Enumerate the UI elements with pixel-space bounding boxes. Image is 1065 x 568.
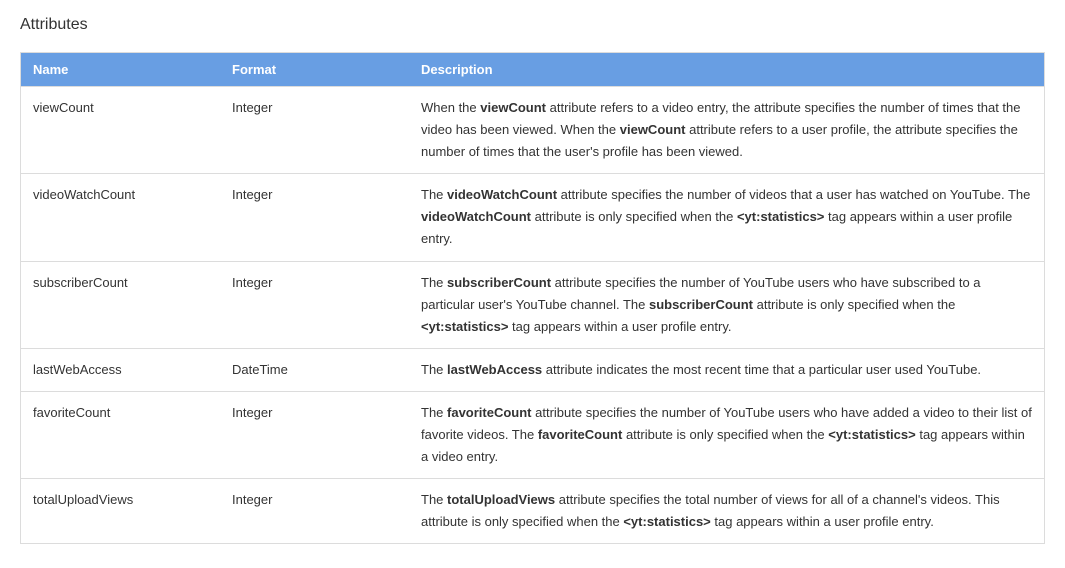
attr-name: favoriteCount — [21, 391, 221, 478]
table-header-row: Name Format Description — [21, 53, 1045, 87]
desc-bold: favoriteCount — [538, 427, 623, 442]
desc-text: attribute is only specified when the — [622, 427, 828, 442]
col-header-name: Name — [21, 53, 221, 87]
desc-bold: <yt:statistics> — [828, 427, 915, 442]
table-row: totalUploadViewsIntegerThe totalUploadVi… — [21, 479, 1045, 544]
desc-bold: viewCount — [620, 122, 686, 137]
desc-bold: subscriberCount — [649, 297, 753, 312]
desc-text: The — [421, 405, 447, 420]
attr-format: Integer — [220, 174, 409, 261]
table-row: videoWatchCountIntegerThe videoWatchCoun… — [21, 174, 1045, 261]
attr-description: The lastWebAccess attribute indicates th… — [409, 348, 1045, 391]
attr-description: When the viewCount attribute refers to a… — [409, 87, 1045, 174]
attr-format: Integer — [220, 391, 409, 478]
section-title: Attributes — [20, 16, 1045, 34]
attr-format: Integer — [220, 87, 409, 174]
attr-name: subscriberCount — [21, 261, 221, 348]
desc-text: attribute is only specified when the — [753, 297, 955, 312]
desc-bold: videoWatchCount — [447, 187, 557, 202]
desc-text: When the — [421, 100, 480, 115]
attr-format: Integer — [220, 479, 409, 544]
attr-name: viewCount — [21, 87, 221, 174]
desc-text: tag appears within a user profile entry. — [711, 514, 934, 529]
table-row: viewCountIntegerWhen the viewCount attri… — [21, 87, 1045, 174]
desc-text: attribute indicates the most recent time… — [542, 362, 981, 377]
desc-bold: subscriberCount — [447, 275, 551, 290]
attr-name: videoWatchCount — [21, 174, 221, 261]
attributes-table: Name Format Description viewCountInteger… — [20, 52, 1045, 544]
table-row: subscriberCountIntegerThe subscriberCoun… — [21, 261, 1045, 348]
desc-text: The — [421, 362, 447, 377]
desc-bold: lastWebAccess — [447, 362, 542, 377]
desc-text: attribute specifies the number of videos… — [557, 187, 1030, 202]
desc-text: attribute is only specified when the — [531, 209, 737, 224]
attr-description: The videoWatchCount attribute specifies … — [409, 174, 1045, 261]
desc-bold: <yt:statistics> — [623, 514, 710, 529]
table-row: lastWebAccessDateTimeThe lastWebAccess a… — [21, 348, 1045, 391]
desc-bold: <yt:statistics> — [421, 319, 508, 334]
attr-name: lastWebAccess — [21, 348, 221, 391]
col-header-description: Description — [409, 53, 1045, 87]
attr-name: totalUploadViews — [21, 479, 221, 544]
col-header-format: Format — [220, 53, 409, 87]
desc-text: The — [421, 275, 447, 290]
attr-description: The favoriteCount attribute specifies th… — [409, 391, 1045, 478]
desc-text: tag appears within a user profile entry. — [508, 319, 731, 334]
desc-bold: favoriteCount — [447, 405, 532, 420]
attr-format: Integer — [220, 261, 409, 348]
attr-description: The totalUploadViews attribute specifies… — [409, 479, 1045, 544]
attr-description: The subscriberCount attribute specifies … — [409, 261, 1045, 348]
desc-bold: videoWatchCount — [421, 209, 531, 224]
desc-text: The — [421, 187, 447, 202]
attr-format: DateTime — [220, 348, 409, 391]
desc-text: The — [421, 492, 447, 507]
desc-bold: <yt:statistics> — [737, 209, 824, 224]
desc-bold: totalUploadViews — [447, 492, 555, 507]
desc-bold: viewCount — [480, 100, 546, 115]
table-row: favoriteCountIntegerThe favoriteCount at… — [21, 391, 1045, 478]
